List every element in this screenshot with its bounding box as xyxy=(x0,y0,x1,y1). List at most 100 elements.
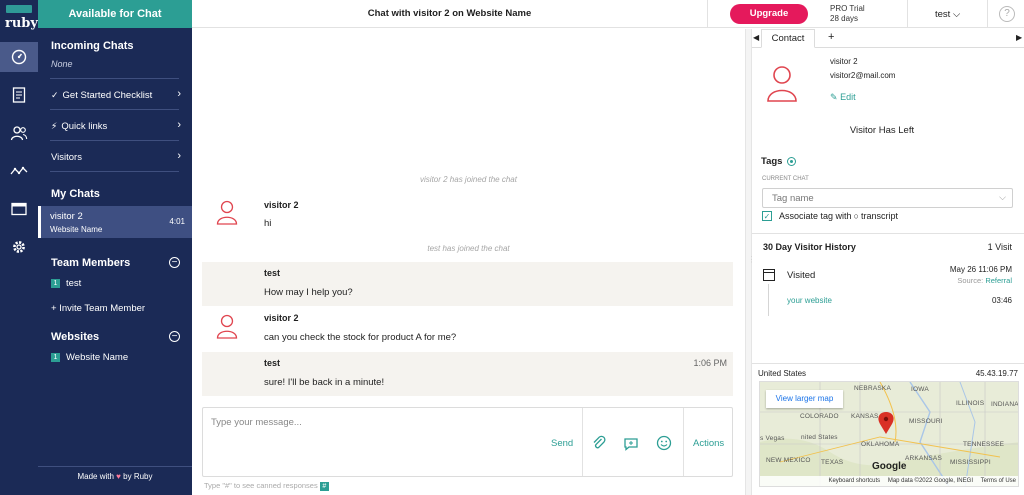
settings-nav-button[interactable] xyxy=(0,232,38,262)
message-composer[interactable]: Type your message... Send Actions xyxy=(202,407,733,477)
message-text: can you check the stock for product A fo… xyxy=(264,332,457,343)
system-message: visitor 2 has joined the chat xyxy=(420,175,517,184)
window-icon xyxy=(11,202,27,216)
divider xyxy=(907,0,908,28)
divider xyxy=(582,408,583,476)
menu-visitors[interactable]: Visitors › xyxy=(51,149,181,165)
user-menu[interactable]: test ⌵ xyxy=(935,9,960,20)
checkbox-checked-icon: ✓ xyxy=(762,211,772,221)
map-credits: Keyboard shortcuts Map data ©2022 Google… xyxy=(760,476,1018,486)
chevron-right-icon: › xyxy=(177,88,181,100)
visit-label: Visited xyxy=(787,270,816,281)
bolt-icon: ⚡︎ xyxy=(51,120,58,131)
menu-quick-links[interactable]: ⚡︎ Quick links › xyxy=(51,118,181,134)
map-label: TEXAS xyxy=(821,459,844,466)
map-label: NEW MEXICO xyxy=(766,457,811,464)
visit-duration: 03:46 xyxy=(991,296,1012,305)
tab-scroll-right-icon[interactable]: ▶ xyxy=(1016,33,1022,42)
incoming-chats-title: Incoming Chats xyxy=(51,40,134,52)
chat-duration: 4:01 xyxy=(169,217,185,226)
widget-nav-button[interactable] xyxy=(0,194,38,224)
location-map[interactable]: View larger map NEBRASKA IOWA ILLINOIS I… xyxy=(759,381,1019,487)
actions-button[interactable]: Actions xyxy=(693,438,724,449)
chat-title: Chat with visitor 2 on Website Name xyxy=(367,8,532,19)
browser-window-icon xyxy=(763,269,775,281)
menu-get-started-checklist[interactable]: ✓ Get Started Checklist › xyxy=(51,87,181,103)
hint-text: Type "#" to see canned responses xyxy=(204,481,318,490)
dashboard-nav-button[interactable] xyxy=(0,42,38,72)
map-label: COLORADO xyxy=(800,413,839,420)
upgrade-button[interactable]: Upgrade xyxy=(730,4,808,24)
top-bar: Chat with visitor 2 on Website Name Upgr… xyxy=(192,0,1024,28)
menu-label: Get Started Checklist xyxy=(62,89,153,101)
divider xyxy=(38,466,192,467)
current-chat-label: CURRENT CHAT xyxy=(762,176,809,182)
footer-credit: Made with ♥ by Ruby xyxy=(38,472,192,481)
terms-of-use-link[interactable]: Terms of Use xyxy=(981,478,1016,484)
message-time: 1:06 PM xyxy=(693,358,727,368)
logo-text: ruby xyxy=(5,16,38,31)
menu-label: Quick links xyxy=(61,120,108,132)
panel-resize-handle[interactable]: ⋮ xyxy=(745,29,756,495)
website-item[interactable]: 1 Website Name xyxy=(51,349,181,365)
visitor-history-title: 30 Day Visitor History xyxy=(763,242,856,252)
hash-badge: # xyxy=(319,482,329,491)
transcripts-nav-button[interactable] xyxy=(0,80,38,110)
website-badge: 1 xyxy=(51,352,60,362)
contact-name: visitor 2 xyxy=(830,57,858,66)
divider xyxy=(987,0,988,28)
map-data-attribution: Map data ©2022 Google, INEGI xyxy=(887,478,973,484)
edit-label: Edit xyxy=(840,92,856,102)
map-label: KANSAS xyxy=(851,413,879,420)
message-author: test xyxy=(264,358,281,368)
visitor-avatar-icon xyxy=(216,200,238,225)
pencil-icon: ✎ xyxy=(830,92,838,102)
icon-rail: ruby xyxy=(0,0,38,495)
footer-made: Made with xyxy=(77,472,114,481)
visitor-avatar-icon xyxy=(216,314,238,339)
chevron-down-icon: ⌵ xyxy=(952,9,961,20)
plan-name: PRO Trial xyxy=(830,4,865,13)
edit-contact-link[interactable]: ✎ Edit xyxy=(830,92,856,103)
tab-scroll-left-icon[interactable]: ◀ xyxy=(753,33,759,42)
chat-website-name: Website Name xyxy=(50,225,103,234)
team-member-item[interactable]: 1 test xyxy=(51,275,181,291)
map-label: nited States xyxy=(801,434,838,441)
chevron-right-icon: › xyxy=(177,150,181,162)
visited-page-link[interactable]: your website xyxy=(787,296,832,305)
logo-badge xyxy=(6,5,32,13)
team-member-name: test xyxy=(66,277,82,289)
gear-icon xyxy=(13,241,25,253)
heart-icon: ♥ xyxy=(116,472,121,481)
availability-status[interactable]: Available for Chat xyxy=(38,0,192,28)
map-label: INDIANA xyxy=(991,401,1019,408)
analytics-nav-button[interactable] xyxy=(0,156,38,186)
chat-message: test sure! I'll be back in a minute! 1:0… xyxy=(202,352,733,396)
add-tab-button[interactable]: + xyxy=(828,31,834,43)
help-icon[interactable]: ? xyxy=(999,6,1015,22)
keyboard-shortcuts-link[interactable]: Keyboard shortcuts xyxy=(828,478,880,484)
view-larger-map-link[interactable]: View larger map xyxy=(766,390,843,408)
associate-tag-checkbox[interactable]: ✓ Associate tag with ○ transcript xyxy=(762,211,898,221)
contacts-nav-button[interactable] xyxy=(0,118,38,148)
paperclip-icon[interactable] xyxy=(591,435,607,451)
sidebar: Available for Chat Incoming Chats None ✓… xyxy=(38,0,192,495)
tags-info-icon[interactable] xyxy=(787,157,796,166)
timeline-line xyxy=(768,284,769,316)
visit-source: Source: Referral xyxy=(957,276,1012,285)
tag-name-select[interactable]: Tag name ⌵ xyxy=(762,188,1013,208)
chevron-right-icon: › xyxy=(177,119,181,131)
canned-response-icon[interactable] xyxy=(623,435,639,451)
tab-contact[interactable]: Contact xyxy=(761,29,815,48)
collapse-websites-button[interactable]: − xyxy=(169,331,180,342)
collapse-team-button[interactable]: − xyxy=(169,257,180,268)
chat-panel: visitor 2 has joined the chat visitor 2 … xyxy=(192,29,745,495)
menu-label: Visitors xyxy=(51,151,82,163)
send-button[interactable]: Send xyxy=(551,438,573,449)
emoji-icon[interactable] xyxy=(656,435,672,451)
visitor-ip: 45.43.19.77 xyxy=(975,369,1018,378)
active-chat-item[interactable]: visitor 2 Website Name 4:01 xyxy=(38,206,192,238)
invite-team-member-link[interactable]: + Invite Team Member xyxy=(51,300,181,316)
map-label: MISSISSIPPI xyxy=(950,459,991,466)
message-input[interactable]: Type your message... xyxy=(211,417,302,428)
